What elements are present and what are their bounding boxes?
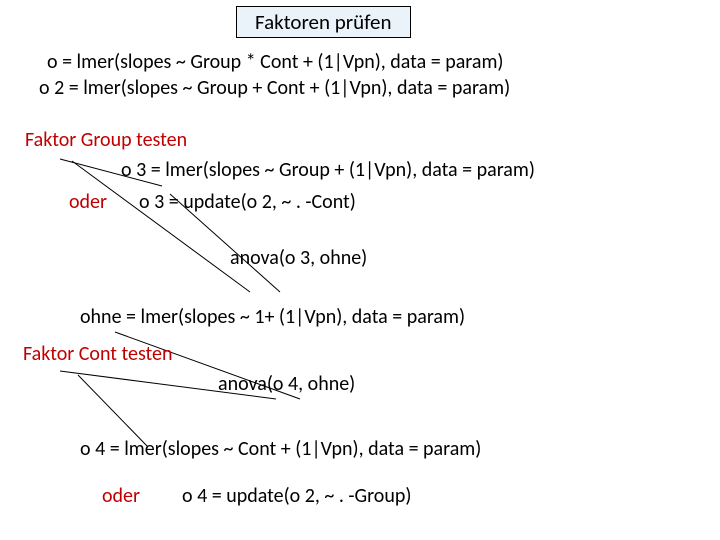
oder-2: oder [102,484,140,508]
line-o4a: o 4 = lmer(slopes ~ Cont + (1|Vpn), data… [80,437,481,461]
anova-o3: anova(o 3, ohne) [230,246,367,270]
line-o2: o 2 = lmer(slopes ~ Group + Cont + (1|Vp… [39,76,510,100]
title-text: Faktoren prüfen [255,9,392,35]
group-test-heading: Faktor Group testen [25,128,187,152]
line-o4b: o 4 = update(o 2, ~ . -Group) [182,484,411,508]
line-ohne: ohne = lmer(slopes ~ 1+ (1|Vpn), data = … [80,305,465,329]
slide: Faktoren prüfen o = lmer(slopes ~ Group … [0,0,720,540]
cont-test-heading: Faktor Cont testen [23,342,173,366]
line-o3a: o 3 = lmer(slopes ~ Group + (1|Vpn), dat… [121,158,535,182]
line-o3b: o 3 = update(o 2, ~ . -Cont) [139,190,356,214]
line-o: o = lmer(slopes ~ Group * Cont + (1|Vpn)… [47,50,504,74]
oder-1: oder [69,190,107,214]
title-box: Faktoren prüfen [236,6,411,38]
anova-o4: anova(o 4, ohne) [218,372,355,396]
